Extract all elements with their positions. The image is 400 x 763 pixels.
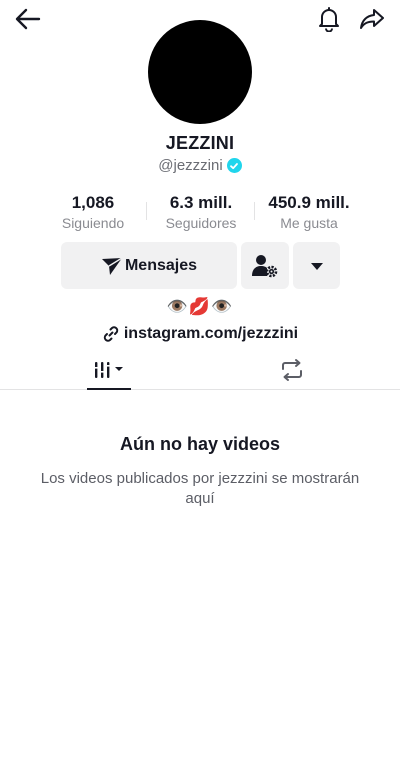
stat-value: 6.3 mill. (169, 193, 233, 212)
profile-stats: 1,086 Siguiendo 6.3 mill. Seguidores 450… (0, 192, 400, 236)
share-button[interactable] (354, 3, 390, 35)
active-tab-indicator (87, 388, 131, 390)
caret-down-icon (310, 262, 323, 270)
stat-label: Siguiendo (61, 215, 125, 231)
link-icon (103, 326, 119, 342)
avatar[interactable] (148, 20, 252, 124)
repost-icon (282, 359, 302, 381)
empty-state-description: Los videos publicados por jezzzini se mo… (40, 470, 360, 507)
tab-videos[interactable] (87, 350, 131, 390)
tab-reposts[interactable] (272, 350, 312, 390)
stat-label: Me gusta (280, 215, 338, 231)
content-tabs (0, 350, 400, 390)
send-icon (101, 256, 123, 275)
stat-following[interactable]: 1,086 Siguiendo (38, 192, 148, 232)
stat-value: 450.9 mill. (268, 193, 350, 212)
display-name: JEZZINI (165, 133, 235, 153)
message-button[interactable]: Mensajes (61, 242, 237, 289)
profile-actions: Mensajes (0, 242, 400, 290)
stat-label: Seguidores (165, 215, 237, 231)
message-button-label: Mensajes (124, 256, 198, 274)
stat-likes[interactable]: 450.9 mill. Me gusta (254, 192, 364, 232)
verified-badge-icon (226, 158, 242, 173)
notifications-button[interactable] (312, 3, 346, 35)
bio: 👁️💋👁️ (166, 297, 234, 317)
profile-link[interactable]: instagram.com/jezzzini (0, 325, 400, 343)
handle: @jezzzini (158, 157, 223, 174)
share-arrow-icon (360, 9, 384, 29)
back-button[interactable] (10, 4, 46, 34)
grid-columns-icon (93, 362, 123, 378)
profile-link-text: instagram.com/jezzzini (123, 325, 299, 342)
handle-row: @jezzzini (0, 157, 400, 174)
stat-followers[interactable]: 6.3 mill. Seguidores (146, 192, 256, 232)
empty-state-title: Aún no hay videos (119, 434, 281, 454)
arrow-left-icon (15, 8, 41, 30)
stat-value: 1,086 (71, 193, 115, 212)
friend-settings-button[interactable] (241, 242, 289, 289)
more-options-button[interactable] (293, 242, 340, 289)
user-settings-icon (252, 254, 278, 277)
bell-icon (319, 7, 339, 32)
